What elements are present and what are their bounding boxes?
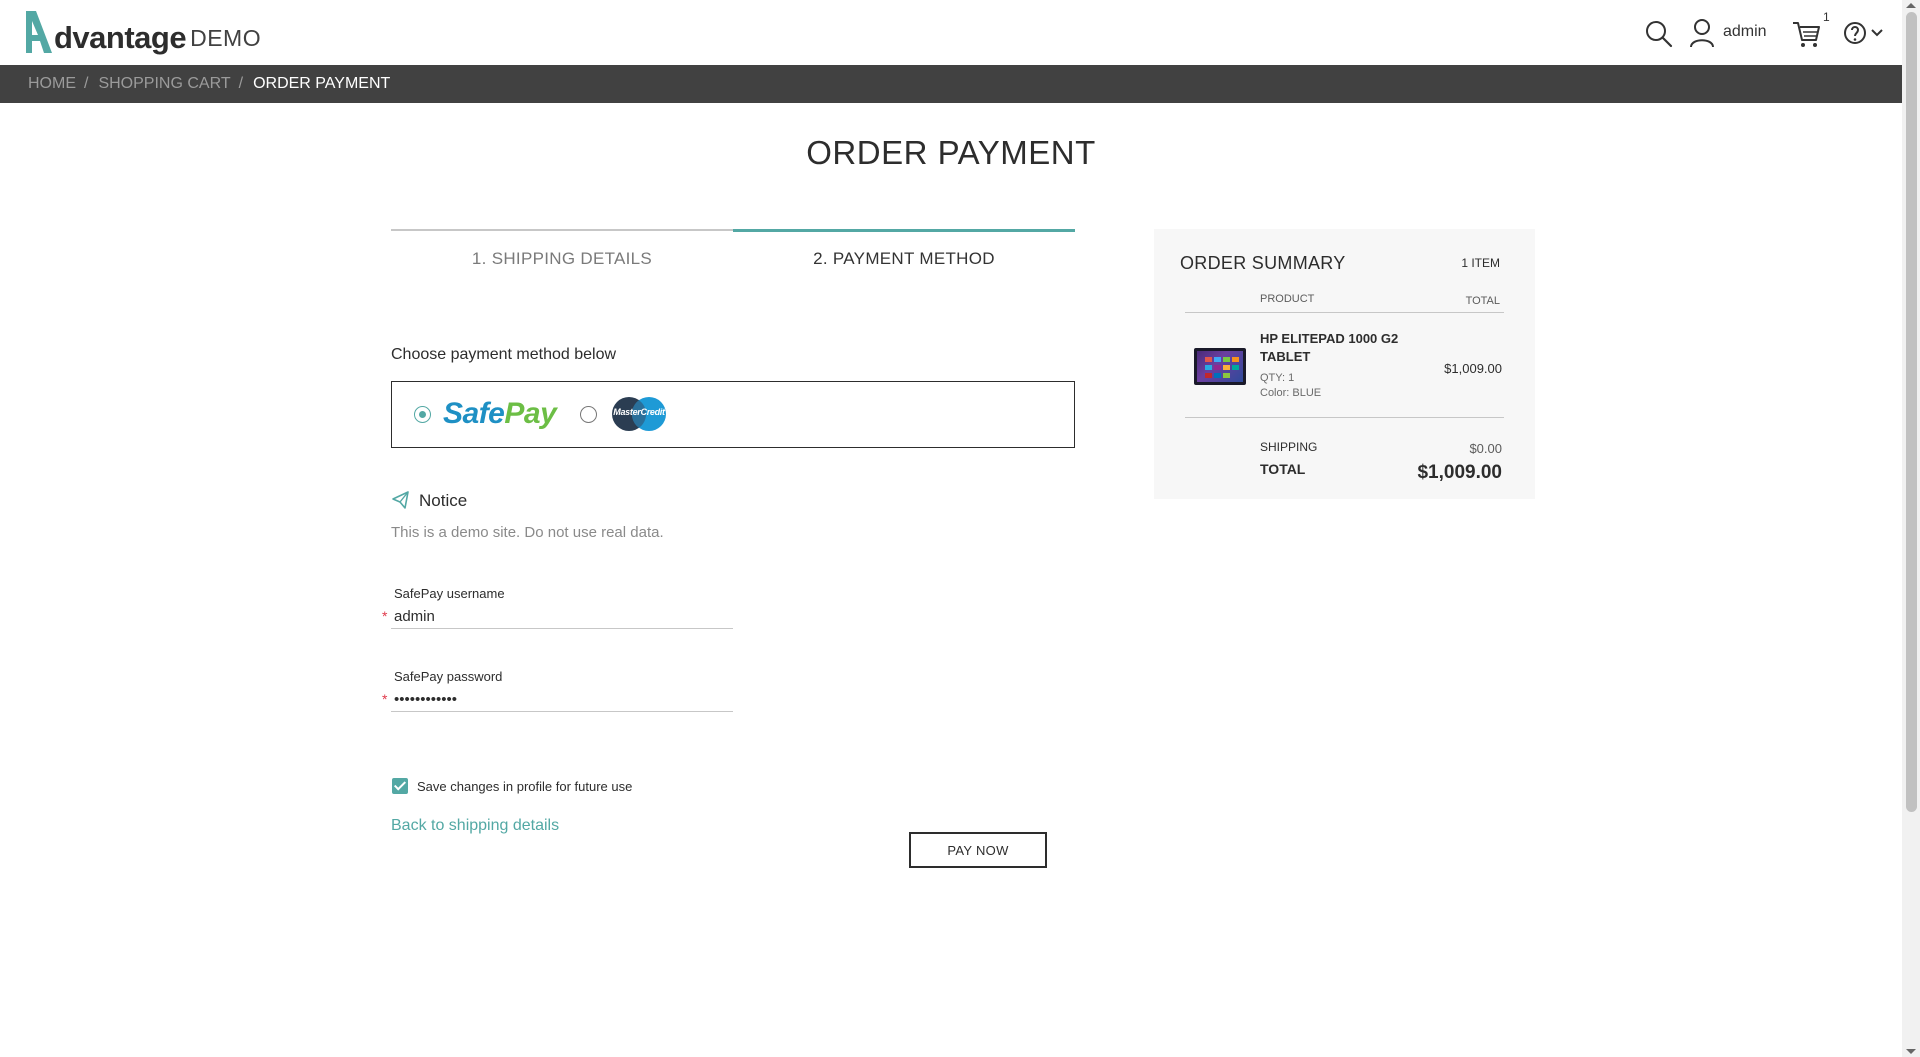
logo-word: dvantage [54,20,187,55]
product-price: $1,009.00 [1444,361,1502,376]
mastercredit-radio[interactable] [580,406,597,423]
page-title: ORDER PAYMENT [806,134,1096,171]
mastercredit-logo-text: MasterCredit [613,407,665,417]
payment-method-box: SafePay MasterCredit [391,381,1075,448]
breadcrumb: HOME / SHOPPING CART / ORDER PAYMENT [28,75,390,93]
breadcrumb-shopping-cart[interactable]: SHOPPING CART [98,75,230,93]
megaphone-icon [392,491,409,509]
notice-text: This is a demo site. Do not use real dat… [391,524,664,541]
tab-shipping-details[interactable]: 1. SHIPPING DETAILS [391,229,733,279]
header-icons: admin 1 [1542,10,1902,49]
logo-a-icon [26,11,52,53]
shipping-label: SHIPPING [1260,440,1318,454]
tablet-screen-image [1197,351,1243,382]
safepay-radio[interactable] [414,406,431,423]
scroll-down-arrow-icon[interactable] [1906,1049,1916,1054]
product-thumbnail [1194,348,1246,385]
user-icon[interactable] [1689,18,1715,48]
advantage-logo[interactable]: dvantage DEMO [22,9,261,55]
logo-demo: DEMO [190,25,262,51]
breadcrumb-home[interactable]: HOME [28,75,76,93]
search-icon[interactable] [1644,19,1674,49]
breadcrumb-bar: HOME / SHOPPING CART / ORDER PAYMENT [0,65,1902,103]
help-icon[interactable] [1842,20,1886,46]
breadcrumb-separator: / [238,75,244,92]
safepay-logo[interactable]: SafePay [443,397,557,431]
required-marker: * [382,691,388,707]
summary-column-total: TOTAL [1465,295,1500,307]
safepay-password-label: SafePay password [394,669,503,684]
page-scrollbar[interactable] [1902,0,1920,1057]
order-summary: ORDER SUMMARY 1 ITEM PRODUCT TOTAL HP EL… [1154,229,1535,499]
product-qty: QTY: 1 [1260,372,1295,384]
safepay-logo-safe: Safe [443,397,505,430]
breadcrumb-separator: / [84,75,89,92]
save-profile-checkbox[interactable] [392,778,408,794]
pay-now-button[interactable]: PAY NOW [909,832,1047,868]
total-label: TOTAL [1260,461,1306,477]
safepay-username-input[interactable] [391,605,733,629]
product-name[interactable]: HP ELITEPAD 1000 G2 TABLET [1260,330,1410,366]
tab-payment-method[interactable]: 2. PAYMENT METHOD [733,229,1075,279]
breadcrumb-order-payment: ORDER PAYMENT [253,75,391,92]
scrollbar-thumb[interactable] [1906,12,1917,812]
safepay-password-input[interactable] [391,688,733,712]
required-marker: * [382,608,388,624]
summary-column-product: PRODUCT [1260,293,1315,305]
summary-divider [1185,417,1504,418]
header-username[interactable]: admin [1723,23,1767,41]
safepay-username-label: SafePay username [394,586,505,601]
order-summary-item-count: 1 ITEM [1461,256,1500,270]
order-summary-title: ORDER SUMMARY [1180,253,1346,273]
back-to-shipping-link[interactable]: Back to shipping details [391,817,559,835]
total-value: $1,009.00 [1417,462,1502,483]
scroll-up-arrow-icon[interactable] [1906,3,1916,8]
mastercredit-logo[interactable]: MasterCredit [609,396,669,432]
checkout-steps: 1. SHIPPING DETAILS 2. PAYMENT METHOD [391,229,1075,279]
product-color: Color: BLUE [1260,387,1322,399]
notice-title: Notice [419,491,468,510]
cart-icon[interactable] [1791,19,1821,49]
top-header: dvantage DEMO admin 1 [0,0,1902,65]
summary-divider [1185,312,1504,313]
cart-count-badge: 1 [1823,10,1830,24]
save-profile-label[interactable]: Save changes in profile for future use [417,779,632,794]
safepay-logo-pay: Pay [504,397,557,430]
choose-payment-label: Choose payment method below [391,346,617,363]
shipping-value: $0.00 [1469,441,1502,456]
